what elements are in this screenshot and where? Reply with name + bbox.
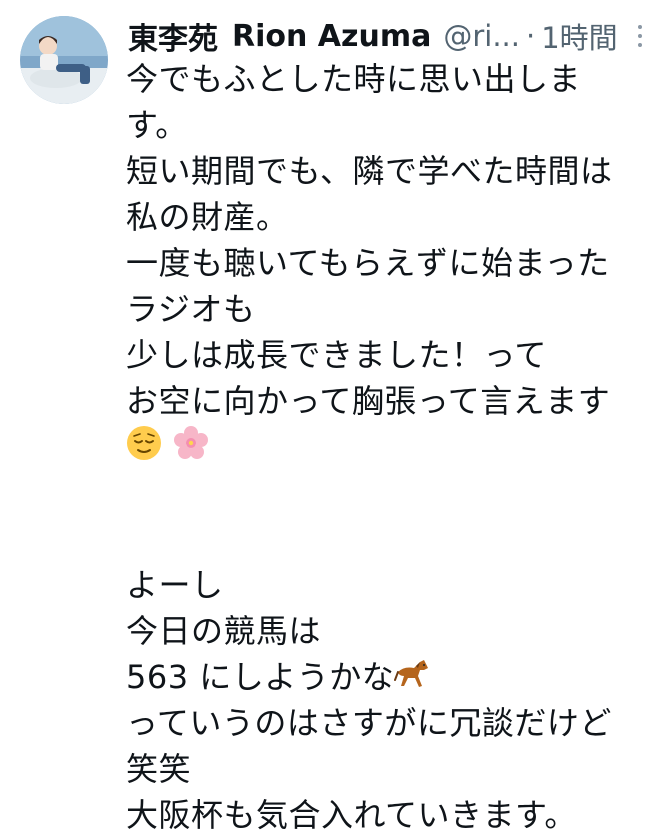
horse-emoji: [394, 656, 432, 702]
separator-dot: ·: [525, 19, 536, 53]
cherry-blossom-emoji: [173, 425, 209, 473]
relieved-face-emoji: [126, 425, 162, 473]
tweet-header: 東李苑 Rion Azuma @ri... · 1時間: [128, 14, 648, 58]
tweet-text: 今でもふとした時に思い出しま す。 短い期間でも、隣で学べた時間は 私の財産。 …: [126, 56, 646, 838]
tweet-line: よーし: [126, 566, 224, 604]
tweet-line: 短い期間でも、隣で学べた時間は: [126, 152, 613, 190]
tweet-line: す。: [126, 106, 188, 144]
tweet-line-text: 563 にしようかな: [126, 658, 395, 696]
emoji-line: [126, 424, 646, 470]
tweet-line: 一度も聴いてもらえずに始まった: [126, 244, 610, 282]
tweet-line: ラジオも: [126, 290, 256, 328]
tweet-line: っていうのはさすがに冗談だけど: [126, 704, 612, 742]
tweet-line: 私の財産。: [126, 198, 289, 236]
tweet-line: 今日の競馬は: [126, 612, 322, 650]
tweet-line: 大阪杯も気合入れていきます。: [126, 796, 577, 834]
display-name-latin[interactable]: Rion Azuma: [232, 19, 431, 54]
tweet-line-with-emoji: 563 にしようかな: [126, 654, 646, 700]
tweet-line: お空に向かって胸張って言えます: [126, 382, 611, 420]
display-name[interactable]: 東李苑: [128, 14, 218, 58]
tweet-line: 笑笑: [126, 750, 192, 788]
tweet[interactable]: 東李苑 Rion Azuma @ri... · 1時間 今でもふとした時に思い出…: [0, 0, 668, 834]
tweet-line: 少しは成長できました！って: [126, 336, 547, 374]
timestamp[interactable]: 1時間: [541, 15, 617, 57]
tweet-line: 今でもふとした時に思い出しま: [126, 60, 582, 98]
more-options-icon[interactable]: [628, 18, 652, 54]
user-handle[interactable]: @ri...: [443, 19, 520, 53]
avatar[interactable]: [20, 16, 108, 104]
